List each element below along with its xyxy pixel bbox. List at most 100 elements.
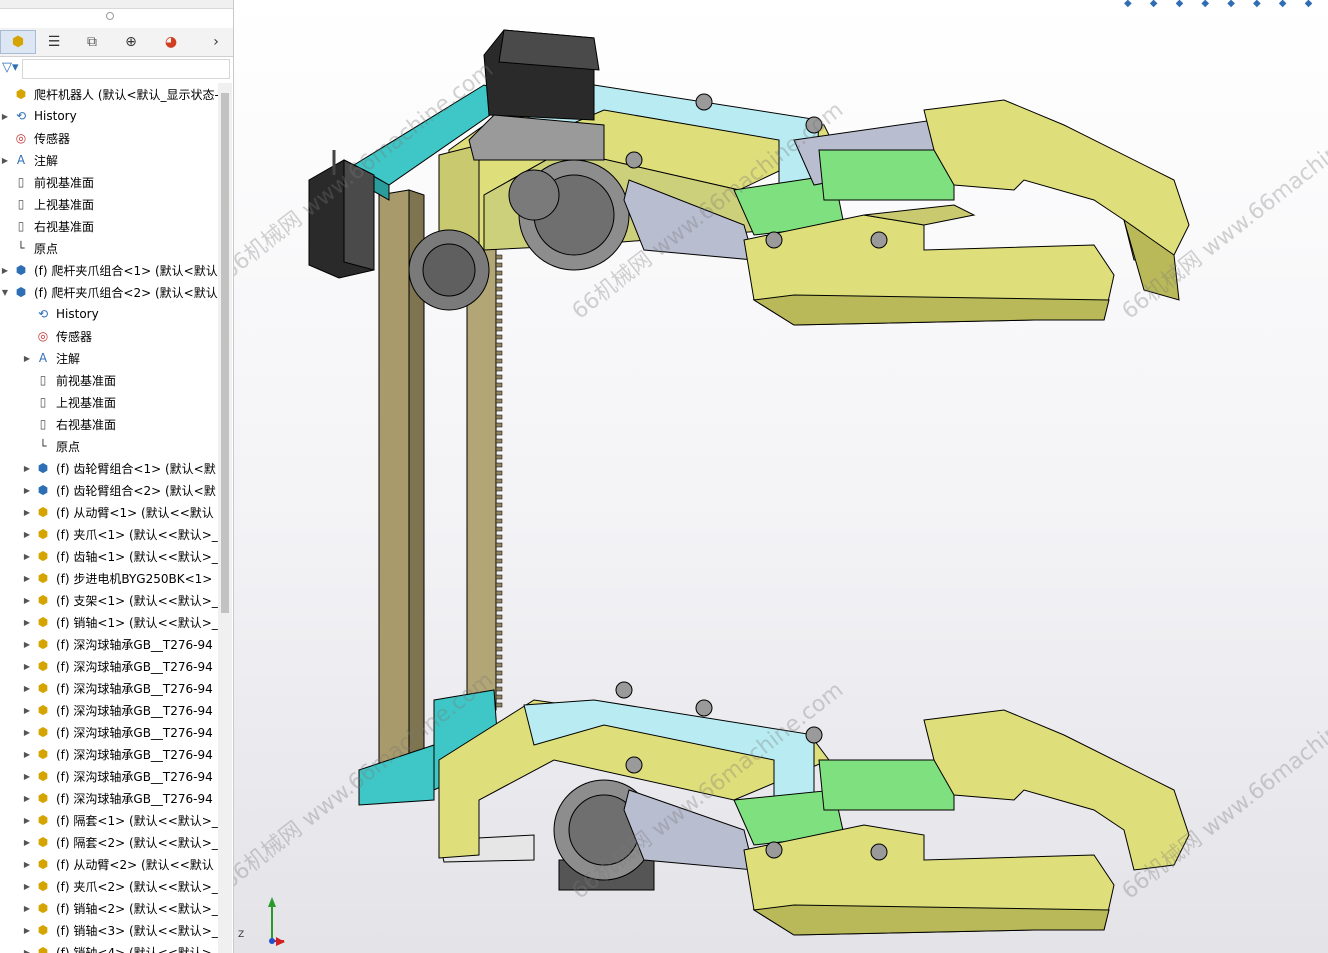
tree-item[interactable]: ▯ 右视基准面 <box>0 413 218 435</box>
tree-item[interactable]: ▶ A 注解 <box>0 149 218 171</box>
tree-item[interactable]: ▶ ⬢ (f) 隔套<1> (默认<<默认>_ <box>0 809 218 831</box>
tree-item[interactable]: └ 原点 <box>0 237 218 259</box>
tree-item[interactable]: ▶ ⬢ (f) 深沟球轴承GB__T276-94 <box>0 633 218 655</box>
expand-arrow-icon[interactable]: ▶ <box>22 926 32 935</box>
expand-arrow-icon[interactable]: ▶ <box>22 464 32 473</box>
expand-arrow-icon[interactable]: ▶ <box>22 640 32 649</box>
expand-arrow-icon[interactable]: ▶ <box>22 618 32 627</box>
tab-dimxpert[interactable]: ⊕ <box>113 30 149 54</box>
tree-item[interactable]: ▯ 前视基准面 <box>0 171 218 193</box>
tab-property-manager[interactable]: ☰ <box>36 30 72 54</box>
tree-item[interactable]: ◎ 传感器 <box>0 325 218 347</box>
tab-feature-manager[interactable]: ⬢ <box>0 30 36 54</box>
sensor-icon: ◎ <box>37 329 49 343</box>
tree-item[interactable]: ▶ ⬢ (f) 爬杆夹爪组合<1> (默认<默认 <box>0 259 218 281</box>
climbing-robot-model[interactable] <box>234 0 1328 953</box>
tree-item-label: 上视基准面 <box>34 197 95 212</box>
chevron-right-icon: › <box>213 34 219 50</box>
tree-item[interactable]: ▶ ⬢ (f) 销轴<2> (默认<<默认>_ <box>0 897 218 919</box>
expand-arrow-icon[interactable]: ▶ <box>22 486 32 495</box>
tree-item[interactable]: ▶ ⬢ (f) 深沟球轴承GB__T276-94 <box>0 765 218 787</box>
tree-item[interactable]: ▶ ⬢ (f) 隔套<2> (默认<<默认>_ <box>0 831 218 853</box>
tree-item[interactable]: ▶ ⟲ History <box>0 105 218 127</box>
tree-item[interactable]: ▯ 上视基准面 <box>0 391 218 413</box>
tree-item[interactable]: ▶ ⬢ (f) 支架<1> (默认<<默认>_ <box>0 589 218 611</box>
part-icon: ⬢ <box>37 835 49 849</box>
expand-arrow-icon[interactable]: ▶ <box>22 750 32 759</box>
tree-item[interactable]: ▼ ⬢ (f) 爬杆夹爪组合<2> (默认<默认 <box>0 281 218 303</box>
tree-item[interactable]: ▶ ⬢ (f) 深沟球轴承GB__T276-94 <box>0 677 218 699</box>
tree-item[interactable]: ▶ ⬢ (f) 齿轴<1> (默认<<默认>_ <box>0 545 218 567</box>
expand-arrow-icon[interactable]: ▶ <box>22 662 32 671</box>
subassembly-icon: ⬢ <box>37 483 49 497</box>
expand-arrow-icon[interactable]: ▶ <box>22 838 32 847</box>
tree-item-label: (f) 齿轮臂组合<2> (默认<默 <box>56 483 216 498</box>
tree-item[interactable]: ▶ ⬢ (f) 深沟球轴承GB__T276-94 <box>0 787 218 809</box>
tree-item[interactable]: ▶ ⬢ (f) 深沟球轴承GB__T276-94 <box>0 699 218 721</box>
filter-input[interactable] <box>22 59 230 79</box>
part-icon: ⬢ <box>37 637 49 651</box>
tree-item[interactable]: ▶ ⬢ (f) 夹爪<2> (默认<<默认>_ <box>0 875 218 897</box>
tree-item[interactable]: ▶ ⬢ (f) 夹爪<1> (默认<<默认>_ <box>0 523 218 545</box>
tree-item[interactable]: ▶ ⬢ (f) 步进电机BYG250BK<1> <box>0 567 218 589</box>
tree-item[interactable]: ▶ ⬢ (f) 深沟球轴承GB__T276-94 <box>0 655 218 677</box>
tree-item[interactable]: ⬢ 爬杆机器人 (默认<默认_显示状态-1: <box>0 83 218 105</box>
tab-configuration-manager[interactable]: ⧉ <box>74 30 110 54</box>
rack-tooth <box>495 454 503 460</box>
expand-arrow-icon[interactable]: ▶ <box>22 596 32 605</box>
expand-arrow-icon[interactable]: ▶ <box>22 552 32 561</box>
expand-arrow-icon[interactable]: ▶ <box>22 574 32 583</box>
rack-tooth <box>495 422 503 428</box>
tab-display-manager[interactable]: ◕ <box>153 30 189 54</box>
expand-arrow-icon[interactable]: ▶ <box>22 882 32 891</box>
expand-arrow-icon[interactable]: ▶ <box>22 904 32 913</box>
filter-icon[interactable]: ▽▾ <box>2 60 19 75</box>
tree-scrollbar[interactable] <box>218 83 232 953</box>
tree-item[interactable]: └ 原点 <box>0 435 218 457</box>
rack-tooth <box>495 286 503 292</box>
tree-item[interactable]: ▶ ⬢ (f) 齿轮臂组合<2> (默认<默 <box>0 479 218 501</box>
tree-item[interactable]: ▶ ⬢ (f) 销轴<4> (默认<<默认>_ <box>0 941 218 953</box>
tree-item[interactable]: ▶ ⬢ (f) 销轴<3> (默认<<默认>_ <box>0 919 218 941</box>
expand-arrow-icon[interactable]: ▶ <box>22 354 32 363</box>
expand-arrow-icon[interactable]: ▶ <box>22 706 32 715</box>
expand-arrow-icon[interactable]: ▶ <box>22 728 32 737</box>
tree-item[interactable]: ◎ 传感器 <box>0 127 218 149</box>
expand-arrow-icon[interactable]: ▶ <box>22 860 32 869</box>
rack-tooth <box>495 326 503 332</box>
rack-tooth <box>495 606 503 612</box>
expand-arrow-icon[interactable]: ▶ <box>22 508 32 517</box>
tree-item-label: (f) 从动臂<1> (默认<<默认 <box>56 505 214 520</box>
panel-grip[interactable] <box>106 12 114 20</box>
tree-scrollbar-thumb[interactable] <box>221 93 229 613</box>
expand-arrow-icon[interactable]: ▶ <box>22 530 32 539</box>
tree-item[interactable]: ⟲ History <box>0 303 218 325</box>
graphics-area[interactable]: ◆◆◆◆◆◆◆◆◆◆ <box>234 0 1328 953</box>
tree-item[interactable]: ▶ ⬢ (f) 从动臂<1> (默认<<默认 <box>0 501 218 523</box>
tree-item[interactable]: ▶ ⬢ (f) 深沟球轴承GB__T276-94 <box>0 721 218 743</box>
tree-item[interactable]: ▶ ⬢ (f) 齿轮臂组合<1> (默认<默 <box>0 457 218 479</box>
expanded-arrow-icon[interactable]: ▼ <box>0 288 10 297</box>
display-manager-icon: ◕ <box>164 34 178 50</box>
rack-tooth <box>495 302 503 308</box>
expand-arrow-icon[interactable]: ▶ <box>22 684 32 693</box>
tree-item[interactable]: ▶ A 注解 <box>0 347 218 369</box>
expand-arrow-icon[interactable]: ▶ <box>22 794 32 803</box>
expand-arrow-icon[interactable]: ▶ <box>0 156 10 165</box>
tree-item[interactable]: ▶ ⬢ (f) 深沟球轴承GB__T276-94 <box>0 743 218 765</box>
part-icon: ⬢ <box>37 615 49 629</box>
tree-item[interactable]: ▶ ⬢ (f) 从动臂<2> (默认<<默认 <box>0 853 218 875</box>
expand-arrow-icon[interactable]: ▶ <box>22 816 32 825</box>
rack-tooth <box>495 470 503 476</box>
tree-item[interactable]: ▯ 上视基准面 <box>0 193 218 215</box>
tree-item[interactable]: ▯ 前视基准面 <box>0 369 218 391</box>
tree-item[interactable]: ▯ 右视基准面 <box>0 215 218 237</box>
tabs-more-button[interactable]: › <box>203 30 229 54</box>
tree-item[interactable]: ▶ ⬢ (f) 销轴<1> (默认<<默认>_ <box>0 611 218 633</box>
expand-arrow-icon[interactable]: ▶ <box>22 948 32 953</box>
expand-arrow-icon[interactable]: ▶ <box>0 112 10 121</box>
expand-arrow-icon[interactable]: ▶ <box>22 772 32 781</box>
rack-tooth <box>495 558 503 564</box>
expand-arrow-icon[interactable]: ▶ <box>0 266 10 275</box>
subassembly-icon: ⬢ <box>37 461 49 475</box>
